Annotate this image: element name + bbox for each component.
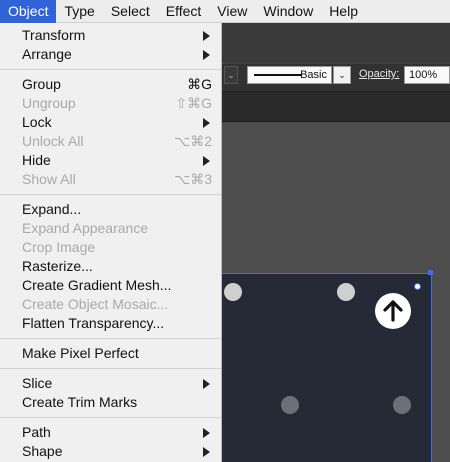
menu-item-label: Flatten Transparency... [22,315,165,331]
menu-item-flatten-transparency[interactable]: Flatten Transparency... [0,314,221,333]
menu-type[interactable]: Type [56,0,102,23]
menu-view[interactable]: View [209,0,255,23]
menu-item-label: Group [22,76,61,92]
menu-item-label: Rasterize... [22,258,93,274]
corner-widget-handle[interactable] [414,283,421,290]
menu-item-create-object-mosaic: Create Object Mosaic... [0,295,221,314]
menu-item-label: Expand Appearance [22,220,149,236]
menu-item-rasterize[interactable]: Rasterize... [0,257,221,276]
shortcut-label: ⌘G [187,76,212,92]
submenu-arrow-icon [203,50,210,60]
menu-window[interactable]: Window [255,0,321,23]
menu-item-crop-image: Crop Image [0,238,221,257]
arrow-up-button[interactable] [375,293,411,329]
menu-item-label: Ungroup [22,95,76,111]
stroke-style-dropdown-button[interactable]: ⌄ [333,66,351,84]
menu-item-label: Path [22,424,51,440]
submenu-arrow-icon [203,379,210,389]
menu-item-ungroup: Ungroup ⇧⌘G [0,94,221,113]
object-menu-dropdown: Transform Arrange Group ⌘G Ungroup ⇧⌘G Loc… [0,23,222,462]
submenu-arrow-icon [203,118,210,128]
menu-separator [0,194,221,195]
menu-item-label: Arrange [22,46,72,62]
menu-item-create-trim-marks[interactable]: Create Trim Marks [0,393,221,412]
menu-item-label: Lock [22,114,52,130]
menu-separator [0,368,221,369]
opacity-label[interactable]: Opacity: [359,68,399,80]
dot-shape[interactable] [393,396,411,414]
menu-item-label: Hide [22,152,51,168]
shortcut-label: ⌥⌘2 [174,133,212,149]
stroke-style-label: Basic [300,69,327,81]
fill-dropdown-button[interactable]: ⌄ [224,66,238,84]
submenu-arrow-icon [203,447,210,457]
menu-item-label: Create Trim Marks [22,394,138,410]
dot-shape[interactable] [224,283,242,301]
menu-item-label: Shape [22,443,63,459]
menu-item-slice[interactable]: Slice [0,374,221,393]
dot-shape[interactable] [281,396,299,414]
selection-handle[interactable] [428,270,433,275]
menu-item-show-all: Show All ⌥⌘3 [0,170,221,189]
menu-item-make-pixel-perfect[interactable]: Make Pixel Perfect [0,344,221,363]
menu-item-path[interactable]: Path [0,423,221,442]
menu-separator [0,417,221,418]
menu-item-transform[interactable]: Transform [0,26,221,45]
menu-effect[interactable]: Effect [158,0,210,23]
menu-item-label: Expand... [22,201,82,217]
arrow-up-icon [383,300,403,322]
menu-item-label: Create Object Mosaic... [22,296,169,312]
menu-item-create-gradient-mesh[interactable]: Create Gradient Mesh... [0,276,221,295]
menu-select[interactable]: Select [103,0,158,23]
submenu-arrow-icon [203,31,210,41]
dot-shape[interactable] [337,283,355,301]
opacity-field[interactable]: 100% [404,66,450,84]
menu-item-hide[interactable]: Hide [0,151,221,170]
stroke-style-select[interactable]: Basic [247,66,332,84]
menu-item-label: Make Pixel Perfect [22,345,139,361]
menu-item-label: Slice [22,375,53,391]
menu-separator [0,69,221,70]
menu-item-label: Transform [22,27,86,43]
menu-item-shape[interactable]: Shape [0,442,221,461]
menu-item-expand[interactable]: Expand... [0,200,221,219]
menu-object[interactable]: Object [0,0,57,23]
shortcut-label: ⌥⌘3 [174,171,212,187]
menu-help[interactable]: Help [321,0,366,23]
submenu-arrow-icon [203,156,210,166]
menu-item-label: Unlock All [22,133,84,149]
menu-item-lock[interactable]: Lock [0,113,221,132]
menu-item-label: Crop Image [22,239,96,255]
shortcut-label: ⇧⌘G [175,95,212,111]
menu-item-group[interactable]: Group ⌘G [0,75,221,94]
menu-item-label: Show All [22,171,76,187]
submenu-arrow-icon [203,428,210,438]
menu-item-expand-appearance: Expand Appearance [0,219,221,238]
menu-separator [0,338,221,339]
stroke-preview [254,74,302,76]
menu-bar: Object Type Select Effect View Window He… [0,0,450,23]
menu-item-unlock-all: Unlock All ⌥⌘2 [0,132,221,151]
menu-item-label: Create Gradient Mesh... [22,277,172,293]
menu-item-arrange[interactable]: Arrange [0,45,221,64]
